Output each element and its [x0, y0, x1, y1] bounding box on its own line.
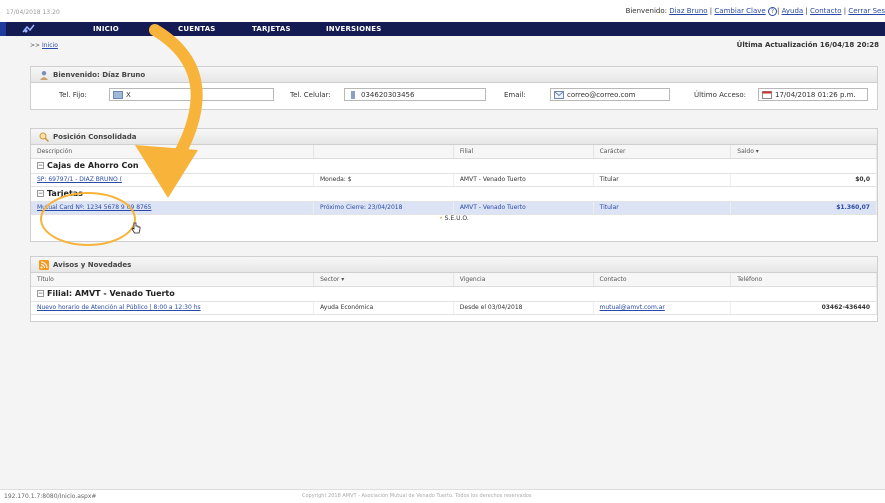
ultimo-acceso-field[interactable]: 17/04/2018 01:26 p.m. [758, 88, 868, 101]
hand-cursor-icon [131, 222, 141, 234]
copyright-text: Copyright 2018 AMVT - Asociación Mutual … [302, 493, 532, 499]
email-label: Email: [504, 91, 526, 99]
calendar-icon [762, 91, 772, 99]
tel-celular-field[interactable]: 034620303456 [344, 88, 486, 101]
annotation-circle [40, 192, 136, 246]
col-sector[interactable]: Sector ▾ [313, 273, 454, 287]
help-link[interactable]: Ayuda [782, 7, 804, 15]
nav-item-inversiones[interactable]: INVERSIONES [326, 25, 382, 33]
welcome-label: Bienvenido: [625, 7, 667, 15]
avisos-table: Título Sector ▾ Vigencia Contacto Teléfo… [31, 273, 877, 315]
user-links: Bienvenido: Diaz Bruno | Cambiar Clave ?… [625, 7, 885, 16]
saldo-cell: $1.360,07 [730, 201, 877, 215]
col-saldo[interactable]: Saldo ▾ [730, 145, 877, 159]
status-bar: 192.170.1.7:8080/Inicio.aspx# Copyright … [0, 489, 885, 503]
col-detalle [313, 145, 454, 159]
collapse-icon[interactable]: − [37, 162, 44, 169]
col-telefono[interactable]: Teléfono [730, 273, 877, 287]
notice-link[interactable]: Nuevo horario de Atención al Público | 8… [37, 304, 201, 311]
logout-link[interactable]: Cerrar Ses [848, 7, 885, 15]
contact-email-link[interactable]: mutual@amvt.com.ar [600, 304, 665, 311]
avisos-title: Avisos y Novedades [53, 261, 132, 269]
tel-fijo-label: Tel. Fijo: [59, 91, 87, 99]
user-name-link[interactable]: Diaz Bruno [669, 7, 707, 15]
avisos-panel-header: Avisos y Novedades [31, 257, 877, 273]
caracter-cell: Titular [593, 173, 732, 187]
breadcrumb-home-link[interactable]: Inicio [42, 42, 58, 49]
saldo-cell: $0,0 [730, 173, 877, 187]
group-label: Filial: AMVT - Venado Tuerto [47, 289, 175, 298]
col-filial[interactable]: Filial [453, 145, 594, 159]
filial-cell: AMVT - Venado Tuerto [453, 201, 594, 215]
annotation-arrow-icon [135, 24, 203, 198]
table-header-row: Título Sector ▾ Vigencia Contacto Teléfo… [31, 273, 877, 287]
telefono-cell: 03462-436440 [730, 301, 877, 315]
status-url: 192.170.1.7:8080/Inicio.aspx# [4, 493, 97, 500]
collapse-icon[interactable]: − [37, 290, 44, 297]
ultimo-acceso-label: Último Acceso: [694, 91, 747, 99]
user-icon [40, 71, 48, 80]
filial-cell: AMVT - Venado Tuerto [453, 173, 594, 187]
mobile-icon [351, 91, 355, 99]
collapse-icon[interactable]: − [37, 190, 44, 197]
top-bar: 17/04/2018 13:20 Bienvenido: Diaz Bruno … [0, 0, 885, 22]
group-row-filial[interactable]: − Filial: AMVT - Venado Tuerto [31, 286, 877, 302]
vigencia-cell: Desde el 03/04/2018 [453, 301, 594, 315]
magnifier-icon [39, 132, 49, 142]
nav-accent-strip [0, 22, 6, 36]
current-datetime: 17/04/2018 13:20 [6, 9, 60, 16]
email-field[interactable]: correo@correo.com [550, 88, 670, 101]
col-contacto[interactable]: Contacto [593, 273, 732, 287]
envelope-icon [554, 91, 564, 99]
table-row: Nuevo horario de Atención al Público | 8… [31, 301, 877, 315]
seuo-text: S.E.U.O. [444, 214, 469, 222]
avisos-panel: Avisos y Novedades Título Sector ▾ Vigen… [30, 256, 878, 322]
home-logo-icon[interactable] [22, 24, 36, 34]
col-vigencia[interactable]: Vigencia [453, 273, 594, 287]
next-closing-cell: Próximo Cierre: 23/04/2018 [313, 201, 454, 215]
last-update: Última Actualización 16/04/18 20:28 [736, 41, 879, 49]
breadcrumb-prefix: >> [30, 42, 41, 49]
currency-cell: Moneda: $ [313, 173, 454, 187]
ultimo-acceso-value: 17/04/2018 01:26 p.m. [775, 91, 856, 99]
col-titulo[interactable]: Título [31, 273, 315, 287]
seuo-footer: • S.E.U.O. [31, 215, 877, 226]
col-caracter[interactable]: Carácter [593, 145, 732, 159]
email-value: correo@correo.com [567, 91, 636, 99]
bullet-icon: • [439, 214, 443, 222]
rss-icon [39, 260, 49, 270]
tel-celular-value: 034620303456 [361, 91, 415, 99]
help-icon[interactable]: ? [767, 7, 777, 16]
change-password-link[interactable]: Cambiar Clave [714, 7, 765, 15]
contact-link[interactable]: Contacto [810, 7, 842, 15]
caracter-cell: Titular [593, 201, 732, 215]
sector-cell: Ayuda Económica [313, 301, 454, 315]
breadcrumb: >> Inicio [30, 42, 58, 49]
